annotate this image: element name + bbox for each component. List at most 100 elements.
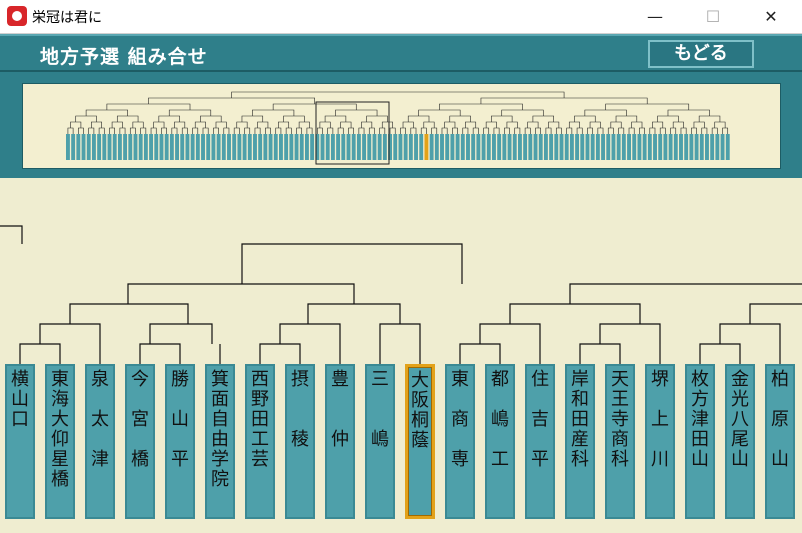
- overview-line: [272, 103, 357, 110]
- overview-line: [568, 121, 580, 128]
- overview-slot: [481, 134, 486, 160]
- overview-slot: [455, 134, 460, 160]
- overview-line: [566, 127, 573, 134]
- overview-line: [194, 121, 206, 128]
- overview-slot: [694, 134, 699, 160]
- overview-slot: [517, 134, 522, 160]
- overview-line: [241, 115, 264, 122]
- school-slot[interactable]: 箕 面 自 由 学 院: [205, 364, 235, 519]
- overview-slot: [627, 134, 631, 160]
- overview-slot: [91, 134, 96, 160]
- school-slot[interactable]: 東 商 専: [445, 364, 475, 519]
- overview-line: [465, 121, 477, 128]
- overview-slot: [159, 134, 164, 160]
- overview-slot: [185, 134, 190, 160]
- overview-slot: [362, 134, 367, 160]
- school-slot[interactable]: 柏 原 山: [765, 364, 795, 519]
- overview-slot: [471, 134, 476, 160]
- overview-slot: [538, 134, 543, 160]
- overview-line: [335, 109, 378, 116]
- overview-slot: [211, 134, 216, 160]
- school-slot[interactable]: 堺 上 川: [645, 364, 675, 519]
- overview-line: [381, 121, 393, 128]
- overview-line: [639, 127, 645, 134]
- overview-line: [407, 115, 430, 122]
- school-slot[interactable]: 天 王 寺 商 科: [605, 364, 635, 519]
- overview-slot: [299, 134, 304, 160]
- overview-line: [366, 115, 388, 122]
- overview-line: [327, 127, 334, 134]
- maximize-button[interactable]: ☐: [684, 0, 742, 33]
- overview-slot: [133, 134, 138, 160]
- overview-line: [527, 121, 539, 128]
- overview-line: [410, 127, 417, 134]
- school-slot[interactable]: 豊 仲: [325, 364, 355, 519]
- overview-line: [252, 109, 295, 116]
- overview-line: [358, 127, 365, 134]
- overview-line: [340, 121, 352, 128]
- overview-slot: [195, 134, 200, 160]
- back-button[interactable]: もどる: [648, 40, 754, 68]
- school-slot[interactable]: 勝 山 平: [165, 364, 195, 519]
- overview-slot: [325, 134, 330, 160]
- overview-slot: [279, 134, 283, 160]
- school-name: 大 阪 桐 蔭: [411, 370, 429, 451]
- overview-line: [88, 127, 95, 134]
- overview-slot: [512, 134, 517, 160]
- school-slot[interactable]: 大 阪 桐 蔭: [405, 364, 435, 519]
- overview-slot: [549, 134, 554, 160]
- overview-line: [493, 127, 500, 134]
- overview-line: [283, 115, 305, 122]
- overview-line: [597, 127, 604, 134]
- school-slot[interactable]: 岸 和 田 産 科: [565, 364, 595, 519]
- school-slot[interactable]: 横 山 口: [5, 364, 35, 519]
- school-slot[interactable]: 都 嶋 工: [485, 364, 515, 519]
- school-slot[interactable]: 西 野 田 工 芸: [245, 364, 275, 519]
- overview-line: [659, 127, 666, 134]
- overview-slot: [720, 134, 725, 160]
- overview-slot: [164, 134, 169, 160]
- overview-slot: [497, 134, 502, 160]
- overview-slot: [533, 134, 538, 160]
- overview-line: [298, 121, 310, 128]
- overview-line: [587, 127, 593, 134]
- overview-line: [254, 127, 261, 134]
- overview-slot: [725, 134, 730, 160]
- overview-slot: [112, 134, 117, 160]
- overview-line: [672, 121, 684, 128]
- overview-slot: [263, 134, 268, 160]
- overview-line: [168, 109, 212, 116]
- overview-line: [285, 127, 292, 134]
- school-slot[interactable]: 三 嶋: [365, 364, 395, 519]
- school-name: 岸 和 田 産 科: [571, 369, 589, 470]
- school-slot[interactable]: 住 吉 平: [525, 364, 555, 519]
- overview-line: [615, 115, 638, 122]
- overview-slot: [653, 134, 657, 160]
- school-slot[interactable]: 今 宮 橋: [125, 364, 155, 519]
- overview-line: [670, 127, 677, 134]
- school-slot[interactable]: 東 海 大 仰 星 橋: [45, 364, 75, 519]
- overview-line: [181, 127, 188, 134]
- school-slot[interactable]: 枚 方 津 田 山: [685, 364, 715, 519]
- overview-slot: [232, 134, 237, 160]
- overview-slot: [414, 134, 418, 160]
- overview-line: [231, 91, 565, 98]
- overview-slot: [310, 134, 315, 160]
- overview-line: [70, 121, 82, 128]
- school-name: 横 山 口: [11, 369, 29, 430]
- overview-slot: [242, 134, 247, 160]
- overview-slot: [138, 134, 143, 160]
- overview-slot: [632, 134, 637, 160]
- overview-slot: [97, 134, 102, 160]
- overview-slot: [320, 134, 325, 160]
- overview-slot: [149, 134, 154, 160]
- overview-slot: [715, 134, 720, 160]
- minimize-button[interactable]: —: [626, 0, 684, 33]
- overview-line: [244, 127, 251, 134]
- school-slot[interactable]: 金 光 八 尾 山: [725, 364, 755, 519]
- school-slot[interactable]: 泉 太 津: [85, 364, 115, 519]
- overview-slot: [403, 134, 408, 160]
- school-slot[interactable]: 摂 稜: [285, 364, 315, 519]
- bracket-overview-map[interactable]: [22, 83, 781, 169]
- close-button[interactable]: ✕: [742, 0, 800, 33]
